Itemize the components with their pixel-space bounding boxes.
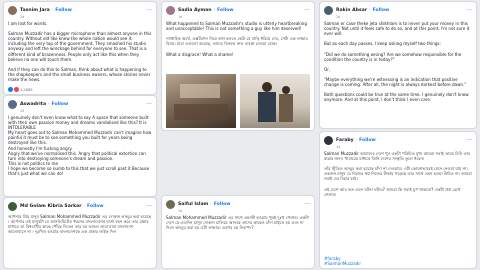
author-name[interactable]: Saiful Islam [178, 202, 208, 207]
post-text: Salman er case theke jeta shikhlam is to… [324, 21, 470, 103]
post-text: Salman Mohammed Muzzadir এর সাথে এমনটা হ… [166, 215, 311, 231]
separator: · [210, 202, 212, 207]
comment-count: 85 [28, 87, 33, 92]
post-card-aswad: Aswadrita · Follow ··· 1d I genuinely do… [4, 96, 156, 196]
author-name[interactable]: Aswadrita [20, 102, 46, 107]
avatar[interactable] [8, 202, 17, 211]
reaction-count: 1.2K [20, 87, 29, 92]
post-text: I genuinely don't even know what to say … [8, 115, 152, 177]
like-icon [8, 87, 13, 92]
follow-button[interactable]: Follow [214, 202, 231, 207]
more-options-icon[interactable]: ··· [304, 201, 310, 208]
post-text: I am lost for words. Salman Muzzadir has… [8, 21, 152, 83]
avatar[interactable] [8, 6, 17, 15]
more-options-icon[interactable]: ··· [146, 203, 152, 210]
post-card-tasnim: Tasnim Jara · Follow ··· 2d I am lost fo… [4, 2, 156, 94]
post-text: Salman Muzzadir আমাদের দেশে খুব একটা পরি… [324, 151, 472, 197]
post-card-sadia: Sadia Ayman · Follow ··· 1d What happene… [162, 2, 314, 130]
post-card-saif: Saiful Islam · Follow ··· 1d Salman Moha… [162, 196, 314, 268]
follow-button[interactable]: Follow [217, 8, 234, 13]
author-name[interactable]: Sadia Ayman [178, 8, 212, 13]
author-name[interactable]: Rakin Absar [336, 8, 367, 13]
more-options-icon[interactable]: ··· [146, 101, 152, 108]
avatar[interactable] [166, 6, 175, 15]
post-photo-studio-owner[interactable] [240, 74, 310, 128]
post-text: আপনার প্রিয় মানুষ Salman Mohammed Muzza… [8, 214, 153, 235]
follow-button[interactable]: Follow [52, 102, 69, 107]
separator: · [213, 8, 215, 13]
follow-button[interactable]: Follow [373, 8, 390, 13]
post-card-rakin: Rakin Absar · Follow ··· 2d Salman er ca… [320, 2, 476, 128]
follow-button[interactable]: Follow [87, 204, 104, 209]
avatar[interactable] [166, 200, 175, 209]
author-name[interactable]: Md Golam Kibria Sarkar [20, 204, 82, 209]
separator: · [83, 204, 85, 209]
separator: · [51, 8, 54, 13]
follow-button[interactable]: Follow [55, 8, 72, 13]
reaction-bar[interactable]: 1.2K 85 [4, 86, 37, 93]
avatar[interactable] [324, 136, 333, 145]
post-text: What happened to Salman Muzzadir's studi… [166, 21, 308, 57]
author-name[interactable]: Tasnim Jara [20, 8, 50, 13]
separator: · [48, 102, 50, 107]
more-options-icon[interactable]: ··· [304, 7, 310, 14]
follow-button[interactable]: Follow [359, 138, 376, 143]
avatar[interactable] [324, 6, 333, 15]
separator: · [369, 8, 371, 13]
hashtags[interactable]: #faraby #SalmanMuzzadir [320, 254, 365, 266]
separator: · [355, 138, 358, 143]
post-card-golam: Md Golam Kibria Sarkar · Follow ··· আপনা… [4, 198, 156, 268]
avatar[interactable] [8, 100, 17, 109]
more-options-icon[interactable]: ··· [466, 7, 472, 14]
more-options-icon[interactable]: ··· [146, 7, 152, 14]
love-icon [14, 87, 19, 92]
more-options-icon[interactable]: ··· [466, 137, 472, 144]
author-name[interactable]: Faraby [336, 138, 354, 143]
post-photo-studio-damage[interactable] [166, 74, 236, 128]
post-card-faraby: Faraby · Follow ··· 1d Salman Muzzadir আ… [320, 132, 476, 268]
